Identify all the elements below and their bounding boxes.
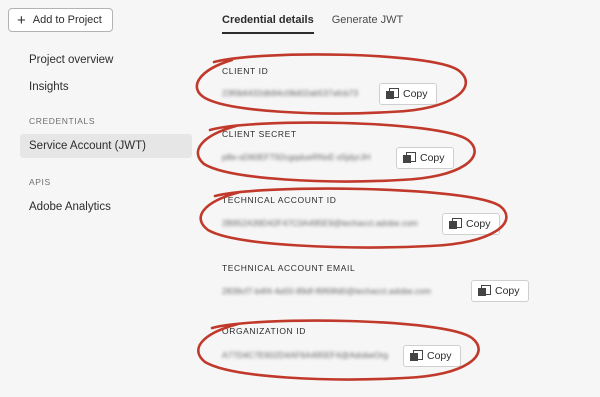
client-secret-label: CLIENT SECRET <box>222 129 297 139</box>
sidebar-item-service-account[interactable]: Service Account (JWT) <box>20 134 192 158</box>
copy-label: Copy <box>466 218 491 230</box>
client-id-value: 23f0b6432db94c08d02ab537afcb73 <box>222 88 359 98</box>
technical-account-email-value: 2839cf7-b4f4-4a50-89df-f6f69fd0@techacct… <box>222 286 431 296</box>
copy-label: Copy <box>427 350 452 362</box>
organization-id-label: ORGANIZATION ID <box>222 326 306 336</box>
technical-account-id-label: TECHNICAL ACCOUNT ID <box>222 195 337 205</box>
sidebar-item-project-overview[interactable]: Project overview <box>20 48 192 72</box>
technical-account-id-value: 2B952A39D42F47C0A495E9@techacct.adobe.co… <box>222 218 418 228</box>
apis-heading: APIS <box>29 177 51 187</box>
technical-account-email-label: TECHNICAL ACCOUNT EMAIL <box>222 263 356 273</box>
credential-tabs: Credential details Generate JWT <box>222 14 421 34</box>
client-secret-value: p8e-sD60EFT92cgqdueRNxE-s5jdyrJH <box>222 152 371 162</box>
plus-icon: + <box>17 11 26 29</box>
copy-client-secret-button[interactable]: Copy <box>396 147 454 169</box>
sidebar-item-label: Insights <box>29 81 69 93</box>
copy-label: Copy <box>495 285 520 297</box>
sidebar-item-label: Project overview <box>29 54 114 66</box>
copy-icon <box>478 285 491 297</box>
client-id-label: CLIENT ID <box>222 66 269 76</box>
copy-icon <box>403 152 416 164</box>
sidebar-item-insights[interactable]: Insights <box>20 75 192 99</box>
sidebar-item-adobe-analytics[interactable]: Adobe Analytics <box>20 195 192 219</box>
tab-credential-details[interactable]: Credential details <box>222 14 314 34</box>
credentials-heading: CREDENTIALS <box>29 116 96 126</box>
add-to-project-label: Add to Project <box>32 14 102 26</box>
sidebar: + Add to Project Project overview Insigh… <box>0 0 200 397</box>
add-to-project-button[interactable]: + Add to Project <box>8 8 113 32</box>
tab-generate-jwt[interactable]: Generate JWT <box>332 14 404 34</box>
copy-organization-id-button[interactable]: Copy <box>403 345 461 367</box>
copy-icon <box>386 88 399 100</box>
copy-icon <box>410 350 423 362</box>
copy-icon <box>449 218 462 230</box>
sidebar-item-label: Adobe Analytics <box>29 201 111 213</box>
copy-technical-account-id-button[interactable]: Copy <box>442 213 500 235</box>
sidebar-item-label: Service Account (JWT) <box>29 140 146 152</box>
organization-id-value: A77D4C7E602D4AF6A495EF4@AdobeOrg <box>222 350 388 360</box>
copy-technical-account-email-button[interactable]: Copy <box>471 280 529 302</box>
copy-client-id-button[interactable]: Copy <box>379 83 437 105</box>
copy-label: Copy <box>403 88 428 100</box>
copy-label: Copy <box>420 152 445 164</box>
